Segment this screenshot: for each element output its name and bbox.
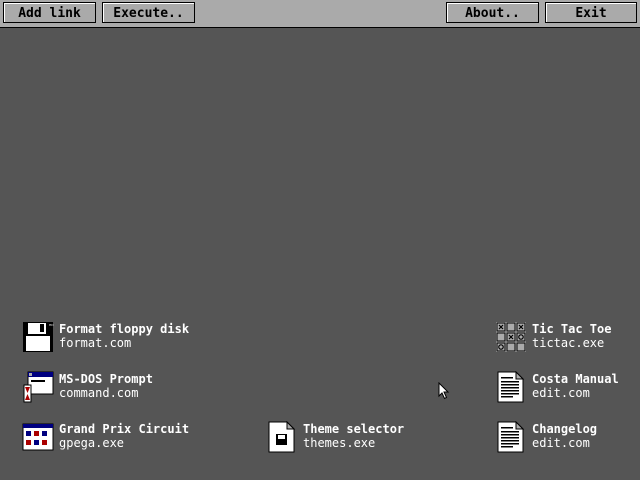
floppy-disk-icon: HD (23, 322, 54, 352)
execute-button[interactable]: Execute.. (102, 2, 195, 23)
desktop-item-filename: command.com (59, 386, 139, 400)
game-icon (22, 423, 54, 451)
mouse-pointer-icon (438, 382, 450, 400)
desktop-item-grand-prix[interactable]: Grand Prix Circuit gpega.exe (22, 421, 189, 457)
text-document-icon (497, 371, 525, 403)
desktop-item-tic-tac-toe[interactable]: Tic Tac Toe tictac.exe (495, 321, 611, 357)
desktop-item-title: MS-DOS Prompt (59, 372, 153, 386)
text-document-icon (497, 421, 525, 453)
theme-document-icon (268, 421, 296, 453)
top-toolbar: Add link Execute.. About.. Exit (0, 0, 640, 28)
desktop-item-title: Theme selector (303, 422, 405, 436)
about-button[interactable]: About.. (446, 2, 539, 23)
desktop-item-title: Changelog (532, 422, 598, 436)
desktop-item-filename: gpega.exe (59, 436, 125, 450)
tic-tac-toe-icon (496, 322, 526, 352)
desktop-item-title: Grand Prix Circuit (59, 422, 190, 436)
desktop-item-ms-dos-prompt[interactable]: MS-DOS Prompt command.com (22, 371, 153, 407)
desktop-item-filename: format.com (59, 336, 132, 350)
desktop-item-costa-manual[interactable]: Costa Manual edit.com (495, 371, 619, 407)
desktop-item-filename: tictac.exe (532, 336, 605, 350)
desktop-item-title: Format floppy disk (59, 322, 190, 336)
exit-button[interactable]: Exit (545, 2, 637, 23)
desktop-item-title: Tic Tac Toe (532, 322, 612, 336)
svg-text:HD: HD (49, 323, 54, 327)
desktop-item-format-floppy[interactable]: HD Format floppy disk format.com (22, 321, 189, 357)
desktop-item-filename: edit.com (532, 436, 590, 450)
desktop-item-changelog[interactable]: Changelog edit.com (495, 421, 597, 457)
add-link-button[interactable]: Add link (3, 2, 96, 23)
desktop-item-filename: edit.com (532, 386, 590, 400)
desktop-item-filename: themes.exe (303, 436, 376, 450)
desktop-item-title: Costa Manual (532, 372, 619, 386)
dos-prompt-icon (23, 371, 54, 403)
desktop-item-theme-selector[interactable]: Theme selector themes.exe (266, 421, 404, 457)
